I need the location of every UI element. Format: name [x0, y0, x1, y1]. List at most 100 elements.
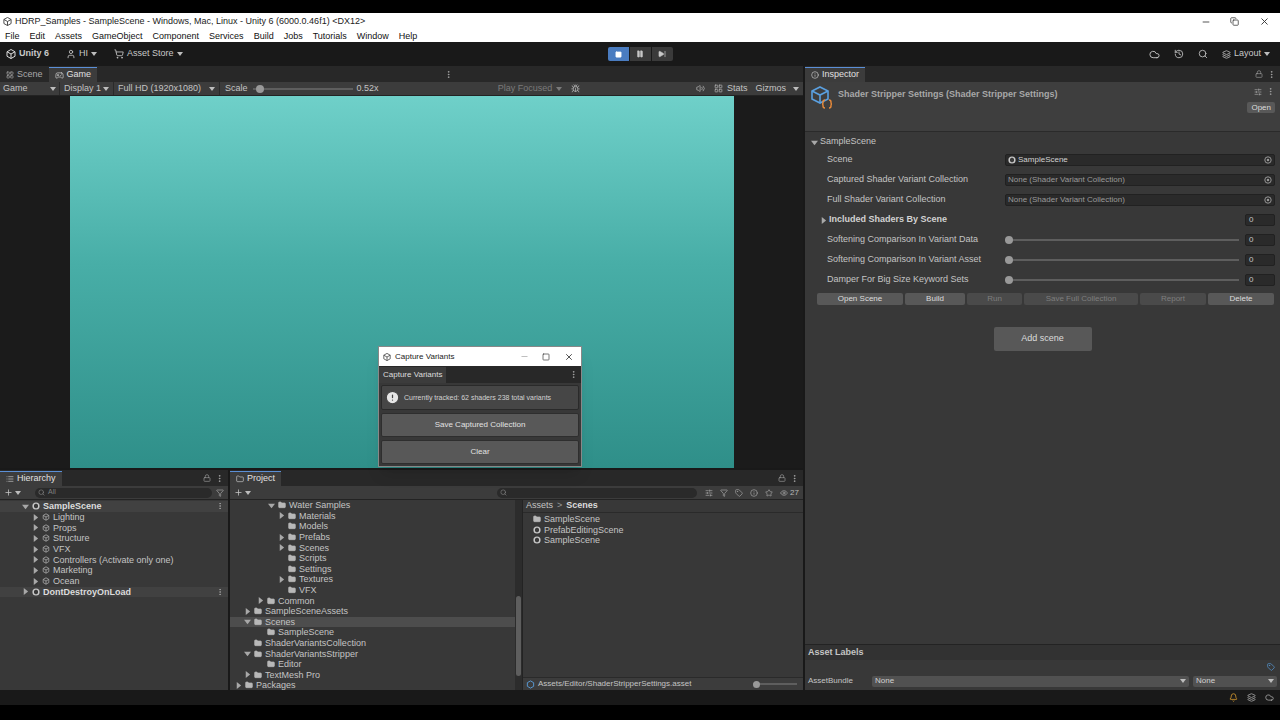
collapsed-arrow-icon[interactable]: [235, 682, 242, 689]
object-field[interactable]: None (Shader Variant Collection): [1005, 194, 1275, 206]
breadcrumb-item[interactable]: Assets: [526, 499, 553, 513]
search-icon[interactable]: [1198, 49, 1208, 59]
object-field[interactable]: None (Shader Variant Collection): [1005, 174, 1275, 186]
menu-item[interactable]: Services: [209, 30, 244, 42]
project-tree-row[interactable]: Packages: [230, 680, 515, 690]
scene-menu-icon[interactable]: [216, 588, 224, 596]
presets-icon[interactable]: [1254, 88, 1262, 96]
hierarchy-row[interactable]: SampleScene: [0, 501, 228, 512]
collapsed-arrow-icon[interactable]: [278, 512, 285, 519]
collapsed-arrow-icon[interactable]: [244, 608, 251, 615]
view-mode-dropdown[interactable]: Game: [0, 82, 60, 95]
progress-icon[interactable]: [1247, 693, 1256, 702]
inspector-slider[interactable]: [1005, 256, 1239, 264]
maximize-button[interactable]: [535, 353, 557, 361]
asset-row[interactable]: PrefabEditingScene: [533, 525, 803, 536]
filter-icon[interactable]: [216, 489, 224, 497]
scale-slider-handle[interactable]: [256, 85, 264, 93]
scrollbar-thumb[interactable]: [516, 596, 521, 676]
history-icon[interactable]: [1174, 49, 1184, 59]
array-size-field[interactable]: 0: [1245, 214, 1275, 226]
add-scene-button[interactable]: Add scene: [994, 327, 1092, 351]
asset-row[interactable]: SampleScene: [533, 535, 803, 546]
menu-item[interactable]: Edit: [30, 30, 46, 42]
type-filter-icon[interactable]: [720, 489, 728, 497]
expanded-arrow-icon[interactable]: [268, 502, 275, 509]
slider-handle[interactable]: [1005, 256, 1013, 264]
slider-value-field[interactable]: 0: [1245, 274, 1275, 286]
account-button[interactable]: HI: [63, 47, 100, 61]
close-button[interactable]: [1249, 13, 1280, 30]
layout-button[interactable]: Layout: [1222, 47, 1274, 61]
mute-audio-icon[interactable]: [696, 84, 705, 93]
collapsed-arrow-icon[interactable]: [22, 588, 29, 595]
object-picker-icon[interactable]: [1264, 156, 1272, 164]
menu-item[interactable]: Assets: [55, 30, 82, 42]
collapsed-arrow-icon[interactable]: [32, 578, 39, 585]
collapsed-arrow-icon[interactable]: [820, 217, 827, 224]
project-tree-row[interactable]: ShaderVariantsStripper: [230, 648, 515, 659]
object-field[interactable]: SampleScene: [1005, 154, 1275, 166]
object-picker-icon[interactable]: [1264, 176, 1272, 184]
project-tree-row[interactable]: Scripts: [230, 553, 515, 564]
label-filter-icon[interactable]: [735, 489, 743, 497]
expanded-arrow-icon[interactable]: [244, 650, 251, 657]
hierarchy-row[interactable]: Marketing: [0, 565, 228, 576]
inspector-tab[interactable]: Inspector: [805, 67, 865, 82]
pause-button[interactable]: [630, 47, 651, 61]
scale-slider[interactable]: [253, 85, 353, 93]
collapsed-arrow-icon[interactable]: [32, 567, 39, 574]
project-tree-row[interactable]: Water Samples: [230, 500, 515, 511]
menu-item[interactable]: Component: [153, 30, 200, 42]
resolution-dropdown[interactable]: Full HD (1920x1080): [114, 82, 220, 95]
slider-handle[interactable]: [1005, 236, 1013, 244]
lock-icon[interactable]: [203, 474, 211, 482]
hidden-packages-toggle[interactable]: 27: [780, 487, 799, 499]
menu-item[interactable]: Jobs: [284, 30, 303, 42]
project-tree-row[interactable]: TextMesh Pro: [230, 670, 515, 681]
collab-icon[interactable]: [1265, 693, 1274, 702]
scene-action-button[interactable]: Open Scene: [817, 293, 903, 305]
menu-icon[interactable]: [569, 370, 578, 379]
view-tab[interactable]: Game: [49, 67, 98, 82]
tree-scrollbar[interactable]: [515, 500, 522, 690]
project-tree-row[interactable]: Scenes: [230, 542, 515, 553]
create-button[interactable]: [4, 488, 21, 497]
hierarchy-row[interactable]: Structure: [0, 533, 228, 544]
menu-item[interactable]: Build: [254, 30, 274, 42]
project-tree-row[interactable]: Materials: [230, 511, 515, 522]
icon-size-slider[interactable]: [753, 681, 797, 688]
gizmos-dropdown[interactable]: Gizmos: [756, 82, 800, 96]
collapsed-arrow-icon[interactable]: [32, 524, 39, 531]
project-tree-row[interactable]: Settings: [230, 564, 515, 575]
view-tab[interactable]: Scene: [0, 67, 49, 82]
menu-item[interactable]: Window: [357, 30, 389, 42]
label-tag-icon[interactable]: [1267, 663, 1275, 671]
hierarchy-row[interactable]: Ocean: [0, 576, 228, 587]
icon-size-handle[interactable]: [753, 681, 760, 688]
collapsed-arrow-icon[interactable]: [32, 535, 39, 542]
lock-icon[interactable]: [778, 474, 786, 482]
collapsed-arrow-icon[interactable]: [278, 534, 285, 541]
search-filter-icon[interactable]: [705, 489, 713, 497]
capture-action-button[interactable]: Clear: [381, 440, 579, 464]
asset-row[interactable]: SampleScene: [533, 514, 803, 525]
frame-debug-icon[interactable]: [571, 84, 580, 93]
object-picker-icon[interactable]: [1264, 196, 1272, 204]
inspector-foldout-row[interactable]: Included Shaders By Scene0: [805, 210, 1280, 230]
collapsed-arrow-icon[interactable]: [32, 546, 39, 553]
favorite-icon[interactable]: [765, 489, 773, 497]
scene-menu-icon[interactable]: [216, 502, 224, 510]
capture-action-button[interactable]: Save Captured Collection: [381, 413, 579, 437]
menu-item[interactable]: GameObject: [92, 30, 143, 42]
scene-action-button[interactable]: Build: [905, 293, 965, 305]
slider-handle[interactable]: [1005, 276, 1013, 284]
minimize-button[interactable]: [1191, 13, 1220, 30]
expanded-arrow-icon[interactable]: [244, 618, 251, 625]
inspector-slider[interactable]: [1005, 236, 1239, 244]
scene-action-button[interactable]: Delete: [1208, 293, 1274, 305]
menu-icon[interactable]: [1266, 87, 1275, 96]
scene-action-button[interactable]: Run: [967, 293, 1022, 305]
play-button[interactable]: [608, 47, 629, 61]
project-tree-row[interactable]: Scenes: [230, 617, 515, 628]
